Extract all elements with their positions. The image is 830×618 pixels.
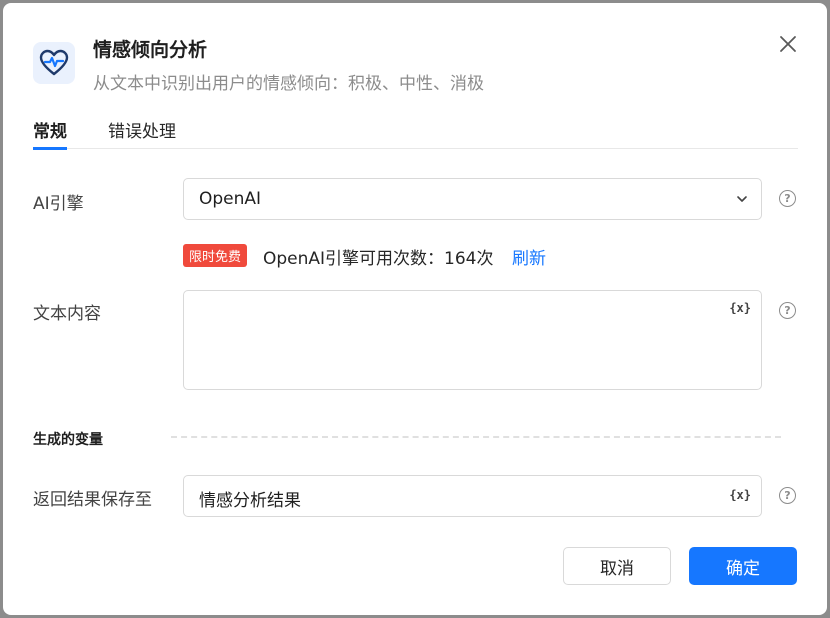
dialog-subtitle: 从文本中识别出用户的情感倾向：积极、中性、消极 [93, 74, 484, 94]
close-button[interactable] [777, 33, 799, 55]
text-content-input[interactable]: {x} [183, 290, 762, 390]
refresh-link[interactable]: 刷新 [512, 244, 546, 269]
tab-general[interactable]: 常规 [33, 117, 67, 150]
sentiment-analysis-dialog: 情感倾向分析 从文本中识别出用户的情感倾向：积极、中性、消极 常规 错误处理 A… [3, 3, 827, 615]
cancel-button[interactable]: 取消 [563, 547, 671, 585]
tab-bar: 常规 错误处理 [33, 117, 798, 150]
text-content-help-icon[interactable]: ? [779, 302, 796, 319]
confirm-button[interactable]: 确定 [689, 547, 797, 585]
dialog-title: 情感倾向分析 [93, 39, 208, 61]
save-to-input[interactable]: 情感分析结果 {x} [183, 475, 762, 517]
heart-pulse-icon [33, 42, 75, 84]
close-icon [780, 36, 796, 52]
section-title-generated-variables: 生成的变量 [33, 432, 103, 448]
engine-select-value: OpenAI [199, 189, 262, 209]
section-divider [171, 436, 781, 438]
engine-help-icon[interactable]: ? [779, 190, 796, 207]
chevron-down-icon [737, 196, 747, 202]
tab-error-handling[interactable]: 错误处理 [108, 117, 176, 149]
save-to-value: 情感分析结果 [199, 491, 301, 511]
engine-quota-text: OpenAI引擎可用次数：164次 [263, 249, 494, 269]
save-to-label: 返回结果保存至 [33, 490, 152, 510]
insert-variable-button[interactable]: {x} [729, 488, 751, 502]
engine-label: AI引擎 [33, 194, 84, 214]
save-to-help-icon[interactable]: ? [779, 487, 796, 504]
insert-variable-button[interactable]: {x} [729, 301, 751, 315]
engine-select[interactable]: OpenAI [183, 178, 762, 220]
text-content-label: 文本内容 [33, 304, 101, 324]
free-badge: 限时免费 [183, 244, 248, 267]
